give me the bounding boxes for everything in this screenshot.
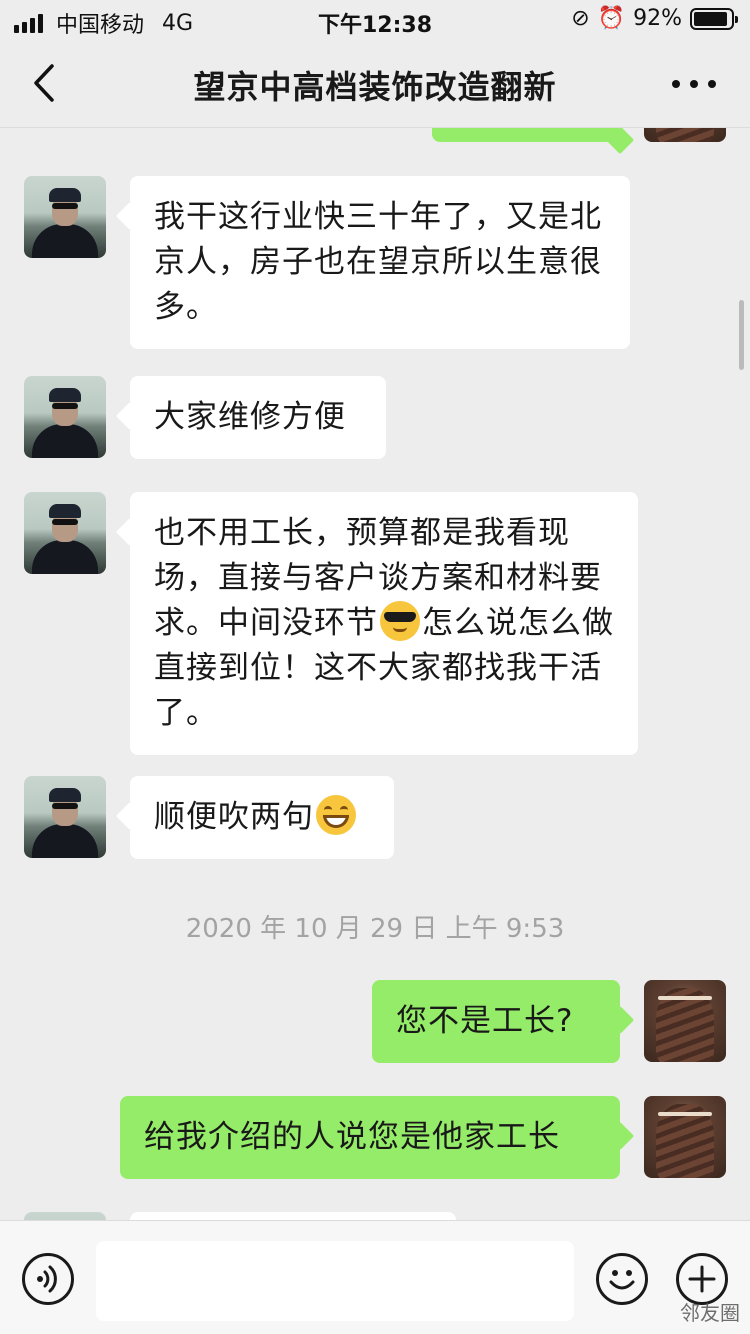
message-text: 顺便吹两句 <box>154 799 314 835</box>
input-bar: 邻友圈 <box>0 1220 750 1334</box>
avatar-self[interactable] <box>644 980 726 1062</box>
chat-area[interactable]: 我干这行业快三十年了，又是北京人，房子也在望京所以生意很多。 大家维修方便 也不… <box>0 0 750 1220</box>
message-bubble[interactable]: 我干这行业快三十年了，又是北京人，房子也在望京所以生意很多。 <box>130 176 630 349</box>
message-bubble-self[interactable]: 给我介绍的人说您是他家工长 <box>120 1096 620 1179</box>
chevron-left-icon[interactable] <box>28 58 72 108</box>
avatar-cap <box>49 788 81 802</box>
battery-percent: 92% <box>633 6 682 31</box>
battery-icon <box>690 7 738 30</box>
message-bubble[interactable]: 大家维修方便 <box>130 376 386 459</box>
avatar-body <box>32 224 98 258</box>
avatar-contact[interactable] <box>24 492 106 574</box>
avatar-contact[interactable] <box>24 376 106 458</box>
cool-face-emoji-icon <box>380 601 420 641</box>
avatar-cap <box>49 188 81 202</box>
avatar-body <box>32 424 98 458</box>
message-timestamp: 2020 年 10 月 29 日 上午 9:53 <box>185 914 565 944</box>
avatar-hairband <box>658 996 712 1000</box>
message-bubble-partial[interactable] <box>130 1212 456 1220</box>
scrollbar[interactable] <box>739 300 744 370</box>
message-text: 我干这行业快三十年了，又是北京人，房子也在望京所以生意很多。 <box>154 199 602 325</box>
message-input[interactable] <box>96 1241 574 1321</box>
message-text: 您不是工长? <box>396 1003 574 1039</box>
avatar-self[interactable] <box>644 1096 726 1178</box>
message-bubble-self[interactable]: 您不是工长? <box>372 980 620 1063</box>
avatar-cap <box>49 388 81 402</box>
avatar-sunglasses <box>52 519 78 525</box>
avatar-cap <box>49 504 81 518</box>
message-text: 大家维修方便 <box>154 399 346 435</box>
more-dots-icon[interactable] <box>670 66 720 102</box>
grin-face-emoji-icon <box>316 795 356 835</box>
avatar-body <box>32 824 98 858</box>
avatar-sunglasses <box>52 403 78 409</box>
nav-bar: 望京中高档装饰改造翻新 <box>0 40 750 128</box>
message-bubble[interactable]: 也不用工长，预算都是我看现场，直接与客户谈方案和材料要求。中间没环节 怎么说怎么做… <box>130 492 638 755</box>
battery-level <box>694 11 728 26</box>
avatar-sunglasses <box>52 803 78 809</box>
emoji-icon[interactable] <box>596 1253 648 1305</box>
avatar-contact[interactable] <box>24 176 106 258</box>
status-bar: 中国移动 4G 下午12:38 ⊘ ⏰ 92% <box>0 0 750 40</box>
avatar-hairband <box>658 1112 712 1116</box>
avatar-contact[interactable] <box>24 776 106 858</box>
message-text: 给我介绍的人说您是他家工长 <box>144 1119 560 1155</box>
voice-icon[interactable] <box>22 1253 74 1305</box>
avatar-body <box>32 540 98 574</box>
chat-title: 望京中高档装饰改造翻新 <box>193 68 557 106</box>
avatar-contact[interactable] <box>24 1212 106 1220</box>
avatar-sunglasses <box>52 203 78 209</box>
orientation-lock-icon: ⊘ <box>571 6 590 31</box>
alarm-icon: ⏰ <box>597 6 626 31</box>
message-bubble[interactable]: 顺便吹两句 <box>130 776 394 859</box>
watermark: 邻友圈 <box>680 1301 740 1325</box>
